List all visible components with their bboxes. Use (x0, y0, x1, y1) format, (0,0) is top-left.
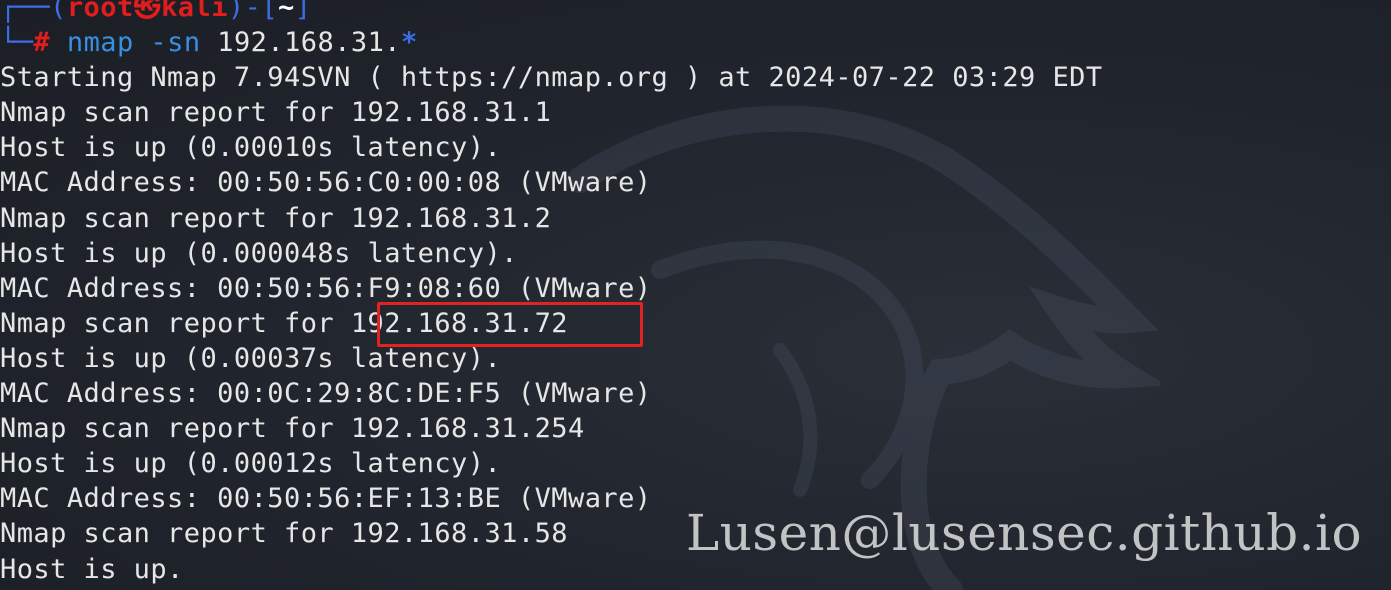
terminal-window[interactable]: ┌──(root㉿kali)-[~] └─# nmap -sn 192.168.… (0, 0, 1391, 590)
command-flag: -sn (150, 27, 201, 59)
terminal-output: ┌──(root㉿kali)-[~] └─# nmap -sn 192.168.… (0, 0, 1391, 587)
output-line: Host is up (0.000048s latency). (0, 237, 518, 269)
output-line: Nmap scan report for 192.168.31.2 (0, 202, 552, 234)
prompt-corner-bottom: └─ (0, 27, 34, 59)
command-wildcard: * (401, 27, 418, 59)
command-line[interactable]: └─# nmap -sn 192.168.31.* (0, 25, 1391, 60)
prompt-end-bracket: ] (294, 0, 312, 23)
output-line: Host is up (0.00010s latency). (0, 132, 502, 164)
output-line: Nmap scan report for 192.168.31.1 (0, 97, 552, 129)
prompt-hash: # (33, 27, 51, 59)
command-program: nmap (66, 27, 134, 59)
prompt-user: root㉿kali (66, 0, 228, 23)
output-line: Starting Nmap 7.94SVN ( https://nmap.org… (0, 62, 1103, 94)
output-line: MAC Address: 00:50:56:C0:00:08 (VMware) (0, 167, 652, 199)
output-line: Host is up (0.00012s latency). (0, 448, 502, 480)
command-target: 192.168.31. (217, 27, 402, 59)
output-line: MAC Address: 00:50:56:F9:08:60 (VMware) (0, 272, 652, 304)
prompt-corner-top: ┌──( (0, 0, 67, 23)
author-watermark: Lusen@lusensec.github.io (686, 504, 1363, 562)
prompt-separator: )-[ (227, 0, 279, 23)
prompt-top-line: ┌──(root㉿kali)-[~] (0, 0, 1391, 25)
output-line: Nmap scan report for 192.168.31.254 (0, 413, 585, 445)
prompt-cwd: ~ (278, 0, 295, 23)
output-line-target: Nmap scan report for 192.168.31.72 (0, 307, 568, 339)
highlighted-ip-box (377, 302, 643, 347)
output-line: MAC Address: 00:0C:29:8C:DE:F5 (VMware) (0, 378, 652, 410)
output-line: Host is up (0.00037s latency). (0, 342, 502, 374)
